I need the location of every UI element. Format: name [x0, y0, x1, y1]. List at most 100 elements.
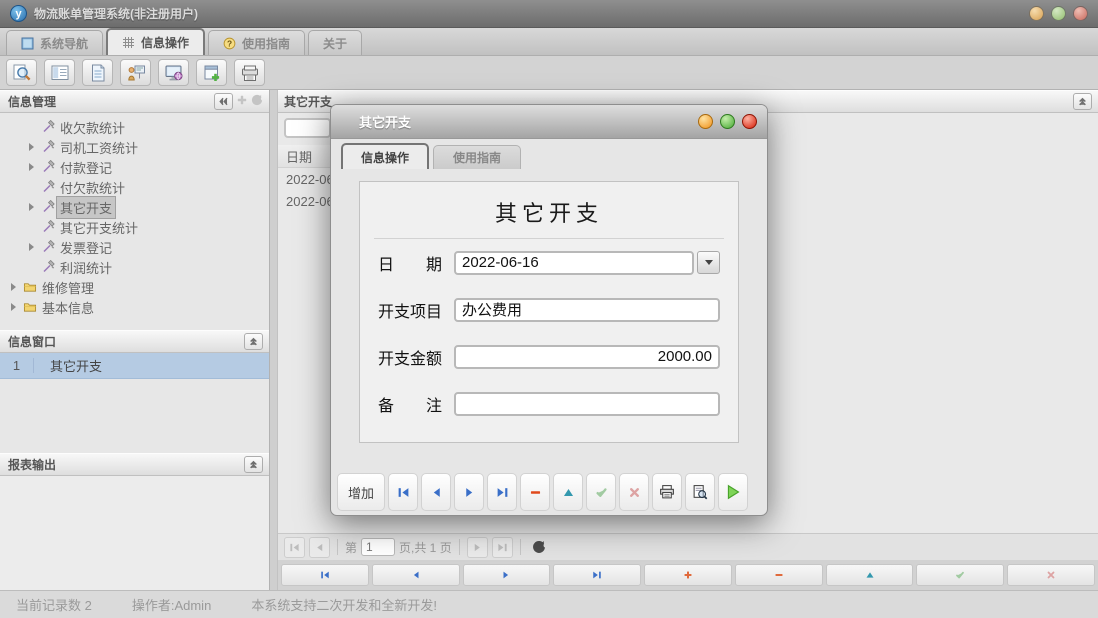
window-panel-collapse-button[interactable] [244, 333, 263, 350]
dialog-close-button[interactable] [742, 114, 757, 129]
dialog-preview-button[interactable] [685, 473, 715, 511]
date-field-row: 日 期 [360, 239, 738, 286]
tab-system-nav[interactable]: 系统导航 [6, 30, 103, 55]
tree-item[interactable]: 利润统计 [0, 257, 269, 277]
window-add-button[interactable] [196, 59, 227, 86]
tool-icon [38, 220, 57, 235]
dialog-maximize-button[interactable] [720, 114, 735, 129]
dialog-confirm-button[interactable] [586, 473, 616, 511]
dialog-cancel-button[interactable] [619, 473, 649, 511]
record-button-bar [278, 560, 1098, 590]
minus-icon [529, 486, 542, 499]
page-next-button[interactable] [467, 537, 488, 558]
pagination-bar: 第 页,共 1 页 [278, 533, 1098, 560]
last-page-icon [497, 542, 508, 553]
minimize-button[interactable] [1029, 6, 1044, 21]
dialog-first-button[interactable] [388, 473, 418, 511]
prev-icon [411, 570, 421, 580]
dialog-delete-button[interactable] [520, 473, 550, 511]
index-list-button[interactable] [44, 59, 75, 86]
tree-item[interactable]: 其它开支统计 [0, 217, 269, 237]
printer-icon [659, 484, 675, 500]
page-last-button[interactable] [492, 537, 513, 558]
first-icon [320, 570, 330, 580]
tree-item[interactable]: 付款登记 [0, 157, 269, 177]
record-prev-button[interactable] [372, 564, 460, 586]
chevron-up-icon [1077, 96, 1088, 107]
page-first-button[interactable] [284, 537, 305, 558]
sidebar-collapse-button[interactable] [214, 93, 233, 110]
dialog-next-button[interactable] [454, 473, 484, 511]
blue-square-icon [21, 37, 34, 50]
expense-amount-field-row: 开支金额 [360, 333, 738, 380]
app-logo-icon: y [10, 5, 27, 22]
printer-export-button[interactable] [234, 59, 265, 86]
dialog-titlebar[interactable]: 其它开支 [331, 105, 767, 139]
record-next-button[interactable] [463, 564, 551, 586]
tree-item[interactable]: 发票登记 [0, 237, 269, 257]
expand-arrow-icon[interactable] [24, 143, 38, 151]
page-prev-button[interactable] [309, 537, 330, 558]
tree-item[interactable]: 司机工资统计 [0, 137, 269, 157]
monitor-button[interactable] [158, 59, 189, 86]
record-edit-button[interactable] [826, 564, 914, 586]
tool-icon [38, 200, 57, 215]
document-button[interactable] [82, 59, 113, 86]
expense-amount-input[interactable] [454, 345, 720, 369]
expand-arrow-icon[interactable] [6, 303, 20, 311]
search-button[interactable] [6, 59, 37, 86]
date-input[interactable] [454, 251, 694, 275]
dialog-run-button[interactable] [718, 473, 748, 511]
dialog-last-button[interactable] [487, 473, 517, 511]
dialog-minimize-button[interactable] [698, 114, 713, 129]
expand-arrow-icon[interactable] [24, 163, 38, 171]
cross-icon [628, 486, 641, 499]
maximize-button[interactable] [1051, 6, 1066, 21]
dialog-prev-button[interactable] [421, 473, 451, 511]
record-last-button[interactable] [553, 564, 641, 586]
tab-info-operation[interactable]: 信息操作 [106, 28, 205, 55]
main-tab-bar: 系统导航 信息操作 ? 使用指南 关于 [0, 28, 1098, 56]
record-first-button[interactable] [281, 564, 369, 586]
dialog-print-button[interactable] [652, 473, 682, 511]
collapse-left-icon [218, 96, 229, 107]
filter-input[interactable] [284, 118, 331, 138]
record-delete-button[interactable] [735, 564, 823, 586]
expand-arrow-icon[interactable] [24, 243, 38, 251]
prev-page-icon [314, 542, 325, 553]
triangle-up-icon [865, 570, 875, 580]
tree-item[interactable]: 收欠款统计 [0, 117, 269, 137]
dialog-tab-user-guide[interactable]: 使用指南 [433, 145, 521, 169]
folder-icon [20, 280, 39, 295]
report-panel-header: 报表输出 [0, 453, 269, 476]
main-panel-collapse-button[interactable] [1073, 93, 1092, 110]
record-cancel-button[interactable] [1007, 564, 1095, 586]
tree-item-selected[interactable]: 其它开支 [0, 197, 269, 217]
tree-item[interactable]: 维修管理 [0, 277, 269, 297]
tree-item[interactable]: 基本信息 [0, 297, 269, 317]
plus-icon [236, 94, 248, 106]
record-confirm-button[interactable] [916, 564, 1004, 586]
record-add-button[interactable] [644, 564, 732, 586]
tab-about[interactable]: 关于 [308, 30, 362, 55]
report-panel-collapse-button[interactable] [244, 456, 263, 473]
list-item-label: 其它开支 [34, 356, 102, 375]
remark-input[interactable] [454, 392, 720, 416]
date-dropdown-button[interactable] [697, 251, 720, 274]
tree-item[interactable]: 付欠款统计 [0, 177, 269, 197]
close-button[interactable] [1073, 6, 1088, 21]
list-item[interactable]: 1 其它开支 [0, 353, 269, 379]
expense-item-input[interactable] [454, 298, 720, 322]
page-number-input[interactable] [361, 538, 395, 556]
chevron-up-icon [248, 459, 259, 470]
tab-user-guide[interactable]: ? 使用指南 [208, 30, 305, 55]
presenter-button[interactable] [120, 59, 151, 86]
dialog-tab-info-operation[interactable]: 信息操作 [341, 143, 429, 169]
expense-form: 其它开支 日 期 开支项目 开支金额 备 注 [359, 181, 739, 443]
add-record-button[interactable]: 增加 [337, 473, 385, 511]
dialog-edit-button[interactable] [553, 473, 583, 511]
status-message: 本系统支持二次开发和全新开发! [251, 595, 437, 614]
expand-arrow-icon[interactable] [6, 283, 20, 291]
expand-arrow-icon[interactable] [24, 203, 38, 211]
refresh-button[interactable] [528, 536, 550, 558]
